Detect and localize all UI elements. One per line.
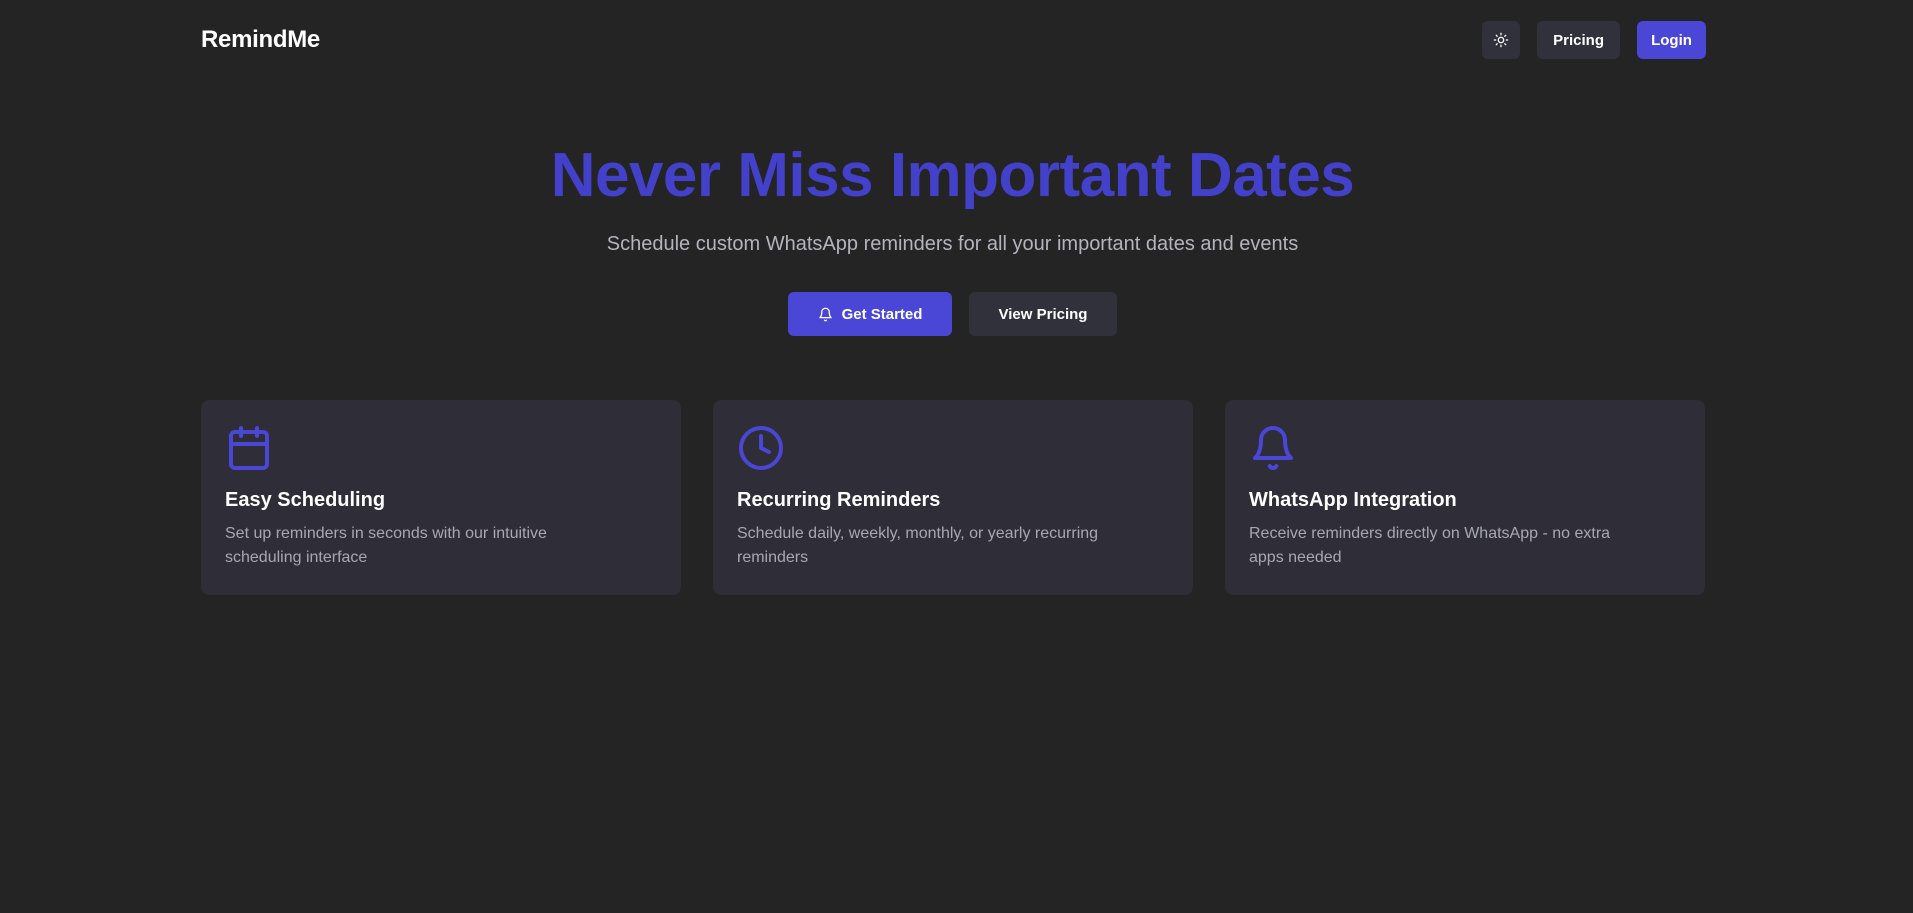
brand-logo[interactable]: RemindMe: [201, 26, 320, 54]
feature-description: Set up reminders in seconds with our int…: [225, 525, 547, 566]
feature-card-easy-scheduling: Easy Scheduling Set up reminders in seco…: [201, 400, 681, 595]
cta-row: Get Started View Pricing: [0, 292, 1905, 336]
calendar-icon: [229, 426, 269, 470]
hero-subtitle: Schedule custom WhatsApp reminders for a…: [606, 233, 1299, 255]
get-started-label: Get Started: [841, 305, 923, 323]
top-nav: Pricing Login: [1482, 21, 1706, 59]
pricing-button[interactable]: Pricing: [1537, 21, 1620, 59]
feature-title: Recurring Reminders: [737, 489, 941, 511]
top-header: RemindMe Pricing Login: [201, 0, 1706, 80]
bell-icon: [818, 307, 832, 321]
view-pricing-button[interactable]: View Pricing: [969, 292, 1117, 336]
feature-title: Easy Scheduling: [225, 489, 386, 511]
feature-title: WhatsApp Integration: [1249, 489, 1457, 511]
landing-page: RemindMe Pricing Login Never Miss Import…: [0, 0, 1913, 913]
feature-cards: Easy Scheduling Set up reminders in seco…: [201, 400, 1706, 595]
feature-card-whatsapp-integration: WhatsApp Integration Receive reminders d…: [1225, 400, 1705, 595]
login-button[interactable]: Login: [1637, 21, 1706, 59]
feature-card-recurring-reminders: Recurring Reminders Schedule daily, week…: [713, 400, 1193, 595]
bell-icon: [1253, 426, 1293, 470]
feature-description: Receive reminders directly on WhatsApp -…: [1249, 525, 1611, 566]
sun-icon: [1493, 32, 1509, 48]
hero-title: Never Miss Important Dates: [550, 141, 1355, 210]
clock-icon: [739, 426, 783, 470]
theme-toggle-button[interactable]: [1482, 21, 1521, 59]
get-started-button[interactable]: Get Started: [788, 292, 952, 336]
feature-description: Schedule daily, weekly, monthly, or year…: [737, 525, 1099, 566]
